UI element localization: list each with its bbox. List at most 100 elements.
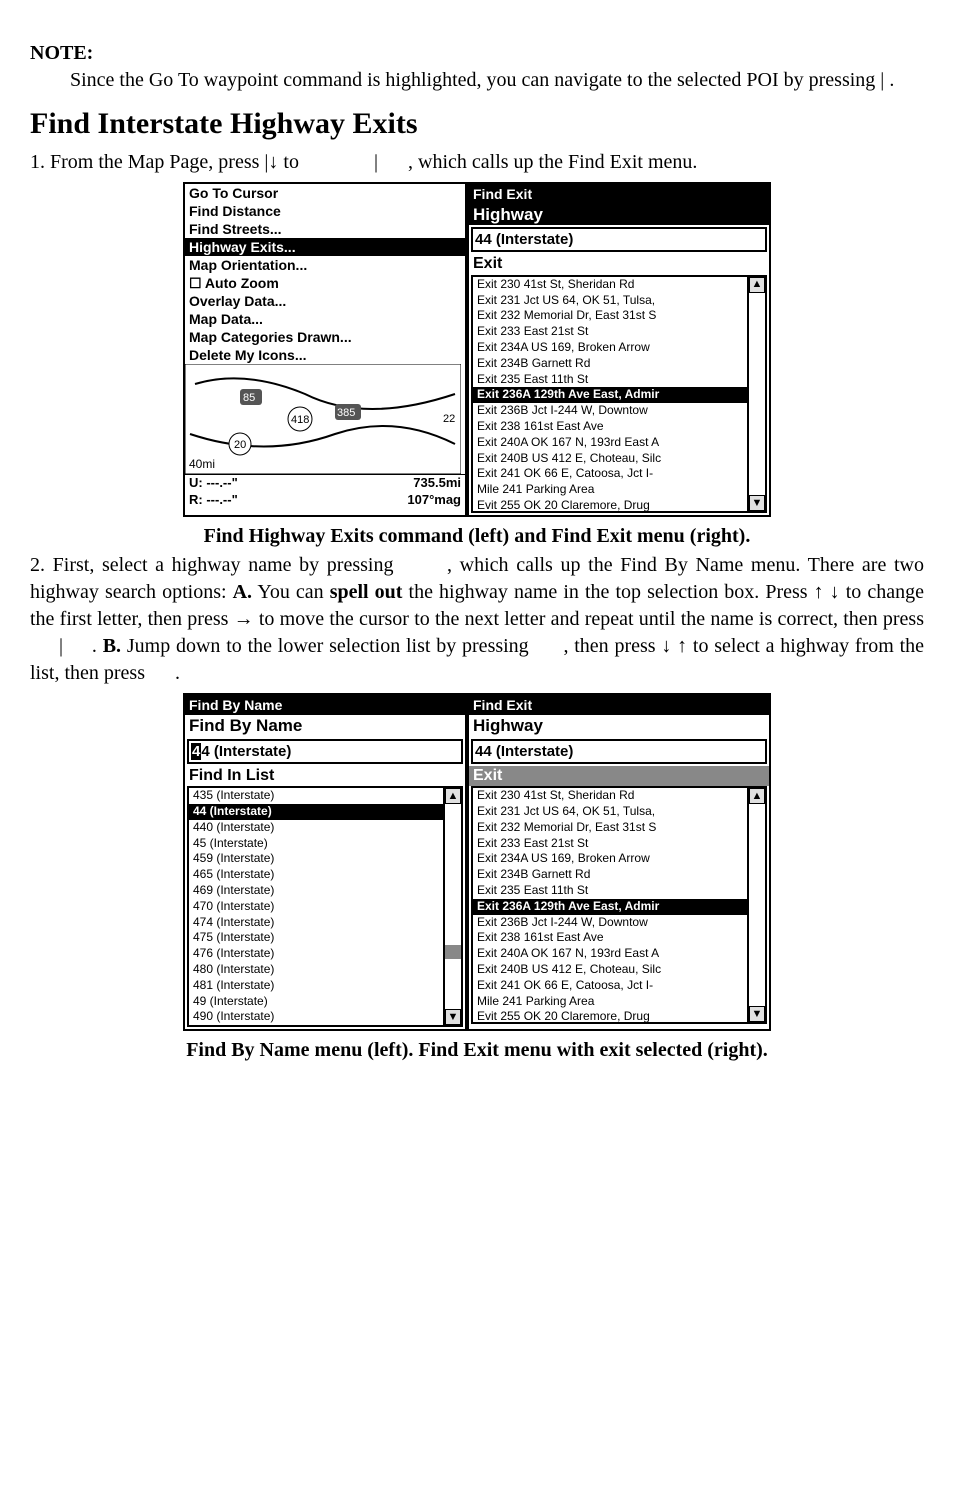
- t: 2. First, select a highway name by press…: [30, 554, 401, 576]
- bold-a: A.: [233, 581, 252, 603]
- t: .: [175, 662, 180, 684]
- highway-label[interactable]: Highway: [469, 204, 769, 226]
- scroll-down-icon[interactable]: ▼: [749, 495, 765, 511]
- exit-item[interactable]: Exit 236B Jct I-244 W, Downtow: [473, 915, 747, 931]
- menu-item[interactable]: Overlay Data...: [185, 292, 465, 310]
- exit-item[interactable]: Exit 240A OK 167 N, 193rd East A: [473, 946, 747, 962]
- svg-text:20: 20: [234, 439, 246, 451]
- list-item-selected[interactable]: 44 (Interstate): [189, 804, 443, 820]
- list-item[interactable]: 469 (Interstate): [189, 883, 443, 899]
- t: You can: [257, 581, 329, 603]
- exit-item[interactable]: Exit 232 Memorial Dr, East 31st S: [473, 820, 747, 836]
- find-exit-panel-2: Find Exit Highway 44 (Interstate) Exit E…: [467, 693, 771, 1031]
- highway-value[interactable]: 44 (Interstate): [471, 739, 767, 764]
- menu-item[interactable]: Find Distance: [185, 202, 465, 220]
- exit-item[interactable]: Exit 230 41st St, Sheridan Rd: [473, 277, 747, 293]
- exit-item-selected[interactable]: Exit 236A 129th Ave East, Admir: [473, 899, 747, 915]
- scroll-up-icon[interactable]: ▲: [749, 788, 765, 804]
- menu-item[interactable]: Map Data...: [185, 310, 465, 328]
- list-item[interactable]: 476 (Interstate): [189, 946, 443, 962]
- list-item[interactable]: 480 (Interstate): [189, 962, 443, 978]
- section-heading-exits: Find Interstate Highway Exits: [30, 104, 924, 145]
- exit-item[interactable]: Exit 236B Jct I-244 W, Downtow: [473, 403, 747, 419]
- list-item[interactable]: 435 (Interstate): [189, 788, 443, 804]
- menu-item[interactable]: Map Orientation...: [185, 256, 465, 274]
- exit-item[interactable]: Exit 241 OK 66 E, Catoosa, Jct I-: [473, 978, 747, 994]
- exit-item[interactable]: Exit 233 East 21st St: [473, 836, 747, 852]
- exit-item[interactable]: Exit 241 OK 66 E, Catoosa, Jct I-: [473, 466, 747, 482]
- exit-item[interactable]: Exit 234A US 169, Broken Arrow: [473, 851, 747, 867]
- exit-item[interactable]: Mile 241 Parking Area: [473, 994, 747, 1010]
- svg-text:418: 418: [291, 414, 309, 426]
- exit-label-head: Exit: [469, 766, 769, 786]
- scroll-down-icon[interactable]: ▼: [445, 1009, 461, 1025]
- scrollbar[interactable]: ▲ ▼: [747, 277, 765, 511]
- exit-item[interactable]: Exit 233 East 21st St: [473, 324, 747, 340]
- course-value: 735.5mi: [413, 476, 461, 491]
- list-item[interactable]: 490 (Interstate): [189, 1009, 443, 1025]
- exit-item[interactable]: Mile 241 Parking Area: [473, 482, 747, 498]
- bearing-value: 107°mag: [407, 493, 461, 508]
- exit-item[interactable]: Exit 235 East 11th St: [473, 883, 747, 899]
- step1-b: |↓ to: [264, 151, 304, 173]
- exit-item[interactable]: Exit 240B US 412 E, Choteau, Silc: [473, 962, 747, 978]
- exit-item[interactable]: Exit 232 Memorial Dr, East 31st S: [473, 308, 747, 324]
- scroll-up-icon[interactable]: ▲: [749, 277, 765, 293]
- exit-item[interactable]: Exit 234A US 169, Broken Arrow: [473, 340, 747, 356]
- menu-item[interactable]: Map Categories Drawn...: [185, 328, 465, 346]
- exit-list[interactable]: Exit 230 41st St, Sheridan Rd Exit 231 J…: [473, 788, 747, 1022]
- exit-item[interactable]: Exit 234B Garnett Rd: [473, 356, 747, 372]
- step-2: 2. First, select a highway name by press…: [30, 552, 924, 687]
- exit-item[interactable]: Exit 230 41st St, Sheridan Rd: [473, 788, 747, 804]
- interstate-list[interactable]: 435 (Interstate) 44 (Interstate) 440 (In…: [189, 788, 443, 1025]
- note-text-c: .: [889, 69, 894, 91]
- find-by-name-panel: Find By Name Find By Name 44 (Interstate…: [183, 693, 467, 1031]
- exit-item[interactable]: Exit 240B US 412 E, Choteau, Silc: [473, 451, 747, 467]
- list-item[interactable]: 474 (Interstate): [189, 915, 443, 931]
- list-item[interactable]: 481 (Interstate): [189, 978, 443, 994]
- exit-item[interactable]: Evit 255 OK 20 Claremore, Drug: [473, 498, 747, 511]
- exit-item[interactable]: Exit 231 Jct US 64, OK 51, Tulsa,: [473, 804, 747, 820]
- list-item[interactable]: 45 (Interstate): [189, 836, 443, 852]
- exit-item[interactable]: Exit 231 Jct US 64, OK 51, Tulsa,: [473, 293, 747, 309]
- scrollbar[interactable]: ▲ ▼: [443, 788, 461, 1025]
- exit-list[interactable]: Exit 230 41st St, Sheridan Rd Exit 231 J…: [473, 277, 747, 511]
- exit-item[interactable]: Exit 240A OK 167 N, 193rd East A: [473, 435, 747, 451]
- note-text-b: |: [880, 69, 884, 91]
- list-item[interactable]: 465 (Interstate): [189, 867, 443, 883]
- exit-item[interactable]: Evit 255 OK 20 Claremore, Drug: [473, 1009, 747, 1022]
- svg-text:385: 385: [337, 407, 355, 419]
- list-item[interactable]: 49 (Interstate): [189, 994, 443, 1010]
- find-exit-title: Find Exit: [469, 695, 769, 715]
- list-item[interactable]: 470 (Interstate): [189, 899, 443, 915]
- find-exit-panel: Find Exit Highway 44 (Interstate) Exit E…: [467, 182, 771, 517]
- exit-item-selected[interactable]: Exit 236A 129th Ave East, Admir: [473, 387, 747, 403]
- menu-item[interactable]: Go To Cursor: [185, 184, 465, 202]
- step1-a: 1. From the Map Page, press: [30, 151, 264, 173]
- scroll-up-icon[interactable]: ▲: [445, 788, 461, 804]
- exit-label-head: Exit: [469, 254, 769, 274]
- exit-item[interactable]: Exit 238 161st East Ave: [473, 930, 747, 946]
- t: Jump down to the lower selection list by…: [127, 635, 535, 657]
- find-by-name-input[interactable]: 44 (Interstate): [187, 739, 463, 764]
- scroll-thumb[interactable]: [445, 945, 461, 959]
- scroll-down-icon[interactable]: ▼: [749, 1006, 765, 1022]
- find-exit-title: Find Exit: [469, 184, 769, 204]
- list-item[interactable]: 475 (Interstate): [189, 930, 443, 946]
- menu-item-checkbox[interactable]: ☐ Auto Zoom: [185, 274, 465, 292]
- exit-item[interactable]: Exit 235 East 11th St: [473, 372, 747, 388]
- t: .: [92, 635, 103, 657]
- list-item[interactable]: 459 (Interstate): [189, 851, 443, 867]
- t: |: [59, 635, 63, 657]
- scrollbar[interactable]: ▲ ▼: [747, 788, 765, 1022]
- note-heading: NOTE:: [30, 40, 924, 67]
- menu-item-selected[interactable]: Highway Exits...: [185, 238, 465, 256]
- menu-item[interactable]: Delete My Icons...: [185, 346, 465, 364]
- menu-item[interactable]: Find Streets...: [185, 220, 465, 238]
- step1-c: |: [374, 151, 378, 173]
- exit-item[interactable]: Exit 234B Garnett Rd: [473, 867, 747, 883]
- name-value-rest: 4 (Interstate): [201, 743, 291, 760]
- highway-value[interactable]: 44 (Interstate): [471, 227, 767, 252]
- list-item[interactable]: 440 (Interstate): [189, 820, 443, 836]
- exit-item[interactable]: Exit 238 161st East Ave: [473, 419, 747, 435]
